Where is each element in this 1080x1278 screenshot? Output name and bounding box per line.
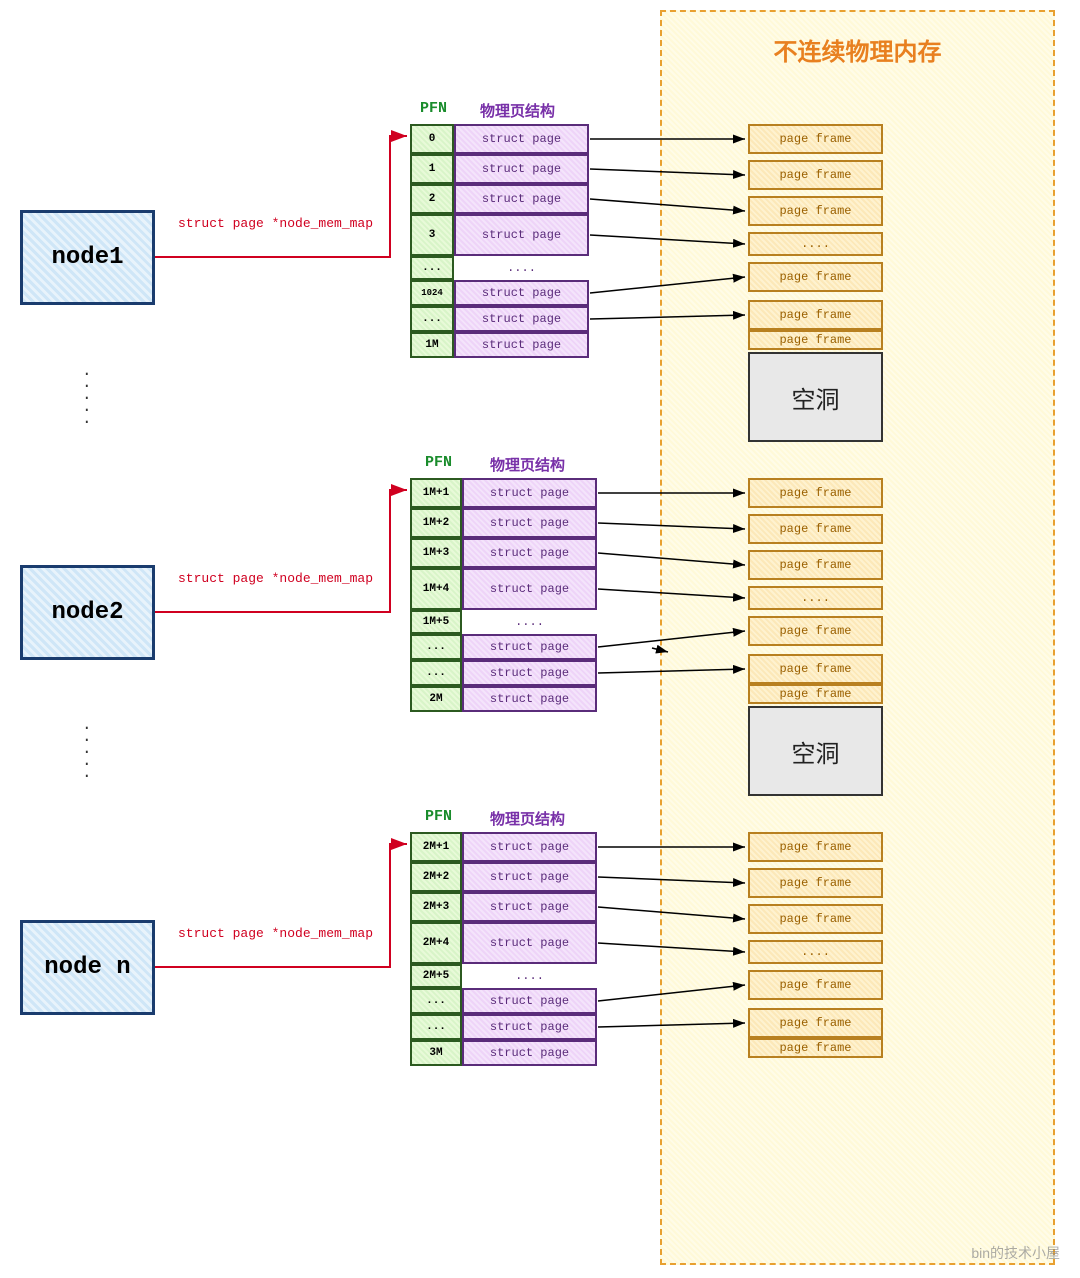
frame-cell: page frame <box>748 654 883 684</box>
pfn-cell: 2 <box>410 184 454 214</box>
pfn-cell: 2M <box>410 686 462 712</box>
struct-cell: struct page <box>462 1040 597 1066</box>
pfn-header-2: PFN <box>425 454 452 471</box>
pfn-cell: 1024 <box>410 280 454 306</box>
pfn-cell: 1M+1 <box>410 478 462 508</box>
node2-box: node2 <box>20 565 155 660</box>
pfn-cell: ... <box>410 634 462 660</box>
pfn-header-3: PFN <box>425 808 452 825</box>
struct-header-1: 物理页结构 <box>480 100 555 121</box>
struct-cell: struct page <box>462 508 597 538</box>
pfn-cell: 2M+5 <box>410 964 462 988</box>
pfn-cell: 2M+1 <box>410 832 462 862</box>
hole-cell: 空洞 <box>748 352 883 442</box>
pointer-label-3: struct page *node_mem_map <box>178 926 373 941</box>
watermark: bin的技术小屋 <box>971 1243 1060 1263</box>
pfn-cell: ... <box>410 1014 462 1040</box>
frame-ellipsis: .... <box>748 940 883 964</box>
struct-cell: struct page <box>462 568 597 610</box>
node1-label: node1 <box>51 244 123 271</box>
struct-cell: struct page <box>462 538 597 568</box>
frame-cell: page frame <box>748 262 883 292</box>
vdots: ····· <box>82 368 92 428</box>
struct-cell: struct page <box>454 184 589 214</box>
pfn-cell: 1M <box>410 332 454 358</box>
pfn-cell: ... <box>410 256 454 280</box>
struct-cell: struct page <box>462 686 597 712</box>
frame-cell: page frame <box>748 832 883 862</box>
pfn-cell: 2M+3 <box>410 892 462 922</box>
pfn-cell: 2M+4 <box>410 922 462 964</box>
struct-cell: struct page <box>454 214 589 256</box>
struct-header-2: 物理页结构 <box>490 454 565 475</box>
pfn-cell: ... <box>410 988 462 1014</box>
struct-cell: struct page <box>454 332 589 358</box>
frame-ellipsis: .... <box>748 232 883 256</box>
pfn-cell: 1M+4 <box>410 568 462 610</box>
frame-cell: page frame <box>748 868 883 898</box>
frame-cell: page frame <box>748 160 883 190</box>
frame-cell: page frame <box>748 970 883 1000</box>
pfn-cell: 1 <box>410 154 454 184</box>
memory-title: 不连续物理内存 <box>774 32 942 68</box>
pfn-cell: ... <box>410 660 462 686</box>
hole-cell: 空洞 <box>748 706 883 796</box>
vdots: ····· <box>82 722 92 782</box>
frame-ellipsis: .... <box>748 586 883 610</box>
pointer-label-1: struct page *node_mem_map <box>178 216 373 231</box>
node1-box: node1 <box>20 210 155 305</box>
pfn-cell: ... <box>410 306 454 332</box>
pfn-cell: 3 <box>410 214 454 256</box>
pfn-cell: 1M+2 <box>410 508 462 538</box>
pfn-cell: 3M <box>410 1040 462 1066</box>
pointer-label-2: struct page *node_mem_map <box>178 571 373 586</box>
noden-box: node n <box>20 920 155 1015</box>
frame-cell: page frame <box>748 478 883 508</box>
struct-cell: struct page <box>462 862 597 892</box>
struct-ellipsis: .... <box>454 256 589 280</box>
frame-cell: page frame <box>748 300 883 330</box>
frame-cell: page frame <box>748 550 883 580</box>
struct-cell: struct page <box>462 478 597 508</box>
frame-cell: page frame <box>748 514 883 544</box>
struct-cell: struct page <box>462 988 597 1014</box>
node2-label: node2 <box>51 599 123 626</box>
struct-ellipsis: .... <box>462 964 597 988</box>
struct-cell: struct page <box>462 892 597 922</box>
struct-header-3: 物理页结构 <box>490 808 565 829</box>
struct-cell: struct page <box>462 660 597 686</box>
struct-cell: struct page <box>462 832 597 862</box>
struct-cell: struct page <box>454 124 589 154</box>
pfn-cell: 1M+3 <box>410 538 462 568</box>
struct-ellipsis: .... <box>462 610 597 634</box>
struct-cell: struct page <box>454 154 589 184</box>
pfn-cell: 0 <box>410 124 454 154</box>
noden-label: node n <box>44 954 130 981</box>
frame-cell: page frame <box>748 196 883 226</box>
struct-cell: struct page <box>462 1014 597 1040</box>
frame-cell: page frame <box>748 684 883 704</box>
frame-cell: page frame <box>748 1038 883 1058</box>
struct-cell: struct page <box>462 922 597 964</box>
pfn-header-1: PFN <box>420 100 447 117</box>
struct-cell: struct page <box>462 634 597 660</box>
pfn-cell: 1M+5 <box>410 610 462 634</box>
frame-cell: page frame <box>748 904 883 934</box>
struct-cell: struct page <box>454 306 589 332</box>
frame-cell: page frame <box>748 1008 883 1038</box>
pfn-cell: 2M+2 <box>410 862 462 892</box>
frame-cell: page frame <box>748 124 883 154</box>
frame-cell: page frame <box>748 330 883 350</box>
frame-cell: page frame <box>748 616 883 646</box>
struct-cell: struct page <box>454 280 589 306</box>
